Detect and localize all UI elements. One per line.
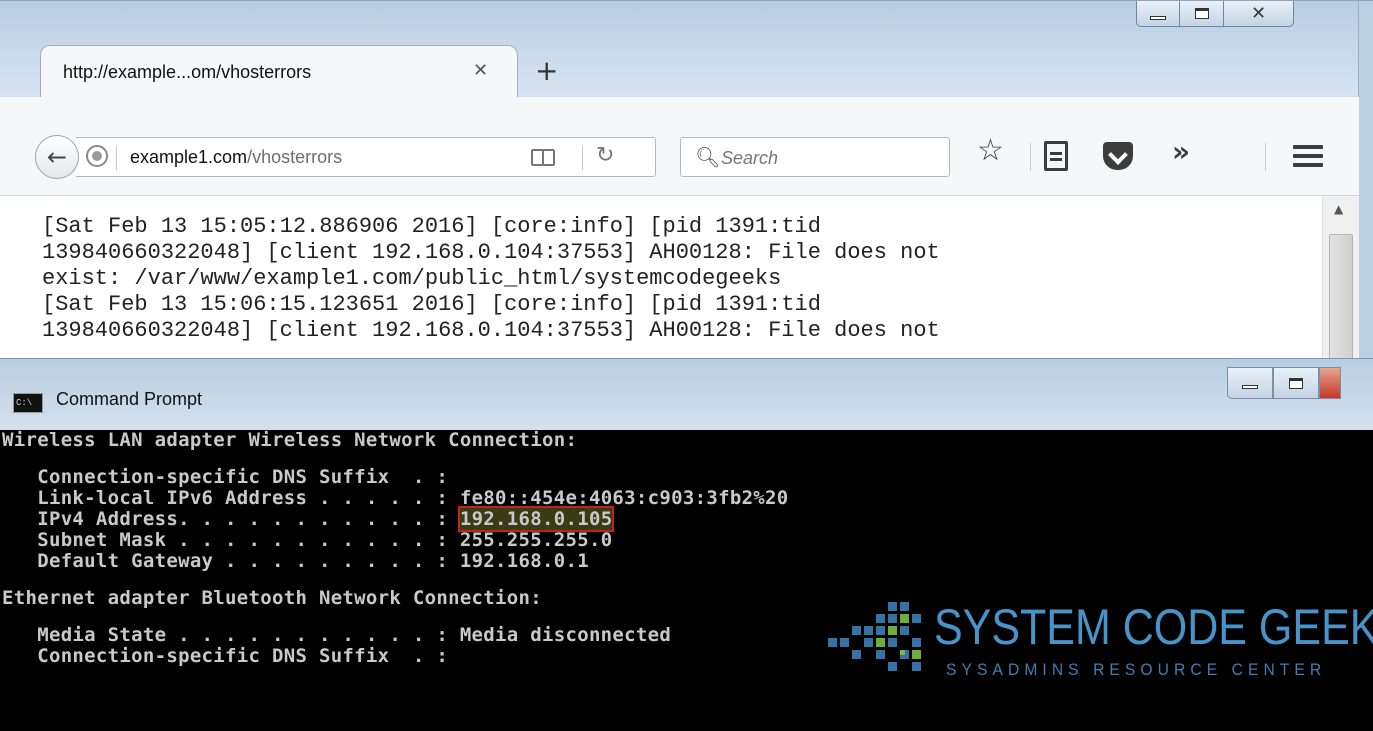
tab-active[interactable]: http://example...om/vhosterrors ✕ xyxy=(40,45,518,97)
reload-icon[interactable]: ↻ xyxy=(596,143,614,168)
close-button[interactable]: ✕ xyxy=(1224,1,1294,27)
maximize-button[interactable] xyxy=(1180,1,1224,27)
browser-window-controls: ✕ xyxy=(1136,1,1294,27)
terminal-line: Wireless LAN adapter Wireless Network Co… xyxy=(2,430,578,451)
divider xyxy=(1265,143,1266,171)
log-line: [Sat Feb 13 15:06:15.123651 2016] [core:… xyxy=(42,292,821,317)
back-arrow-icon: ← xyxy=(46,143,68,171)
maximize-button[interactable] xyxy=(1273,367,1319,399)
close-button[interactable] xyxy=(1319,367,1341,399)
cmd-app-icon: C:\ xyxy=(13,393,43,413)
vertical-scrollbar[interactable]: ▲ xyxy=(1322,196,1359,371)
minimize-icon xyxy=(1242,385,1258,389)
reader-view-icon[interactable] xyxy=(531,149,555,166)
gateway-label: Default Gateway . . . . . . . . . : xyxy=(2,550,460,572)
close-icon: ✕ xyxy=(1250,3,1267,24)
terminal-line: Subnet Mask . . . . . . . . . . . : 255.… xyxy=(0,530,1373,551)
maximize-icon xyxy=(1289,377,1303,389)
ipv6-value: fe80::454e:4063:c903:3fb2%20 xyxy=(459,487,789,509)
log-line: exist: /var/www/example1.com/public_html… xyxy=(42,266,782,291)
scrollbar-thumb[interactable] xyxy=(1329,234,1353,371)
ipv6-label: Link-local IPv6 Address . . . . . : xyxy=(2,487,460,509)
window-frame xyxy=(1358,1,1373,371)
terminal-line: Default Gateway . . . . . . . . . : 192.… xyxy=(0,551,1373,572)
cmd-window-controls xyxy=(1227,367,1341,399)
hamburger-menu-icon[interactable] xyxy=(1293,145,1323,167)
divider xyxy=(1030,143,1031,171)
scroll-up-icon[interactable]: ▲ xyxy=(1334,202,1343,216)
gateway-value: 192.168.0.1 xyxy=(459,550,589,572)
log-line: [Sat Feb 13 15:05:12.886906 2016] [core:… xyxy=(42,214,821,239)
window-title: Command Prompt xyxy=(56,389,203,409)
overflow-menu-button[interactable]: » xyxy=(1172,135,1190,168)
maximize-icon xyxy=(1194,8,1209,19)
minimize-icon xyxy=(1150,15,1166,20)
tab-title: http://example...om/vhosterrors xyxy=(63,62,312,82)
ipv4-value-highlight: 192.168.0.105 xyxy=(457,506,615,532)
divider xyxy=(582,146,583,170)
subnet-label: Subnet Mask . . . . . . . . . . . : xyxy=(2,529,460,551)
watermark-logo: SYSTEM CODE GEEKS SYSADMINS RESOURCE CEN… xyxy=(818,590,1373,690)
terminal-line: Connection-specific DNS Suffix . : xyxy=(2,466,449,488)
ipv4-label: IPv4 Address. . . . . . . . . . . : xyxy=(2,508,460,530)
url-domain: example1.com xyxy=(130,147,248,167)
search-icon: 🔍︎ xyxy=(695,145,721,169)
watermark-subtitle: SYSADMINS RESOURCE CENTER xyxy=(946,660,1327,679)
search-input[interactable]: 🔍︎ Search xyxy=(680,137,950,177)
new-tab-button[interactable]: + xyxy=(535,57,558,85)
site-identity-icon[interactable] xyxy=(86,145,108,167)
back-button[interactable]: ← xyxy=(35,135,79,179)
page-content: [Sat Feb 13 15:05:12.886906 2016] [core:… xyxy=(0,196,1322,371)
bookmarks-menu-icon[interactable] xyxy=(1044,141,1068,171)
search-placeholder: Search xyxy=(721,148,779,168)
url-text[interactable]: example1.com/vhosterrors xyxy=(130,147,342,168)
minimize-button[interactable] xyxy=(1227,367,1273,399)
divider xyxy=(116,146,117,170)
minimize-button[interactable] xyxy=(1136,1,1180,27)
logo-mark-icon xyxy=(828,602,921,671)
navigation-toolbar: example1.com/vhosterrors ↻ ← 🔍︎ Search ☆… xyxy=(0,97,1359,196)
cmd-titlebar: C:\ Command Prompt xyxy=(0,358,1373,431)
browser-window: ✕ http://example...om/vhosterrors ✕ + ex… xyxy=(0,0,1373,371)
log-line: 139840660322048] [client 192.168.0.104:3… xyxy=(42,240,940,265)
watermark-title: SYSTEM CODE GEEKS xyxy=(934,599,1373,655)
log-line: 139840660322048] [client 192.168.0.104:3… xyxy=(42,318,940,343)
terminal-line: Link-local IPv6 Address . . . . . : fe80… xyxy=(0,488,1373,509)
url-path: /vhosterrors xyxy=(247,147,343,167)
subnet-value: 255.255.255.0 xyxy=(459,529,613,551)
pocket-icon[interactable] xyxy=(1103,142,1133,170)
bookmark-star-icon[interactable]: ☆ xyxy=(977,133,1004,168)
url-bar[interactable]: example1.com/vhosterrors ↻ xyxy=(76,137,656,177)
terminal-line: IPv4 Address. . . . . . . . . . . : 192.… xyxy=(0,506,1373,532)
tab-close-icon[interactable]: ✕ xyxy=(473,60,488,81)
